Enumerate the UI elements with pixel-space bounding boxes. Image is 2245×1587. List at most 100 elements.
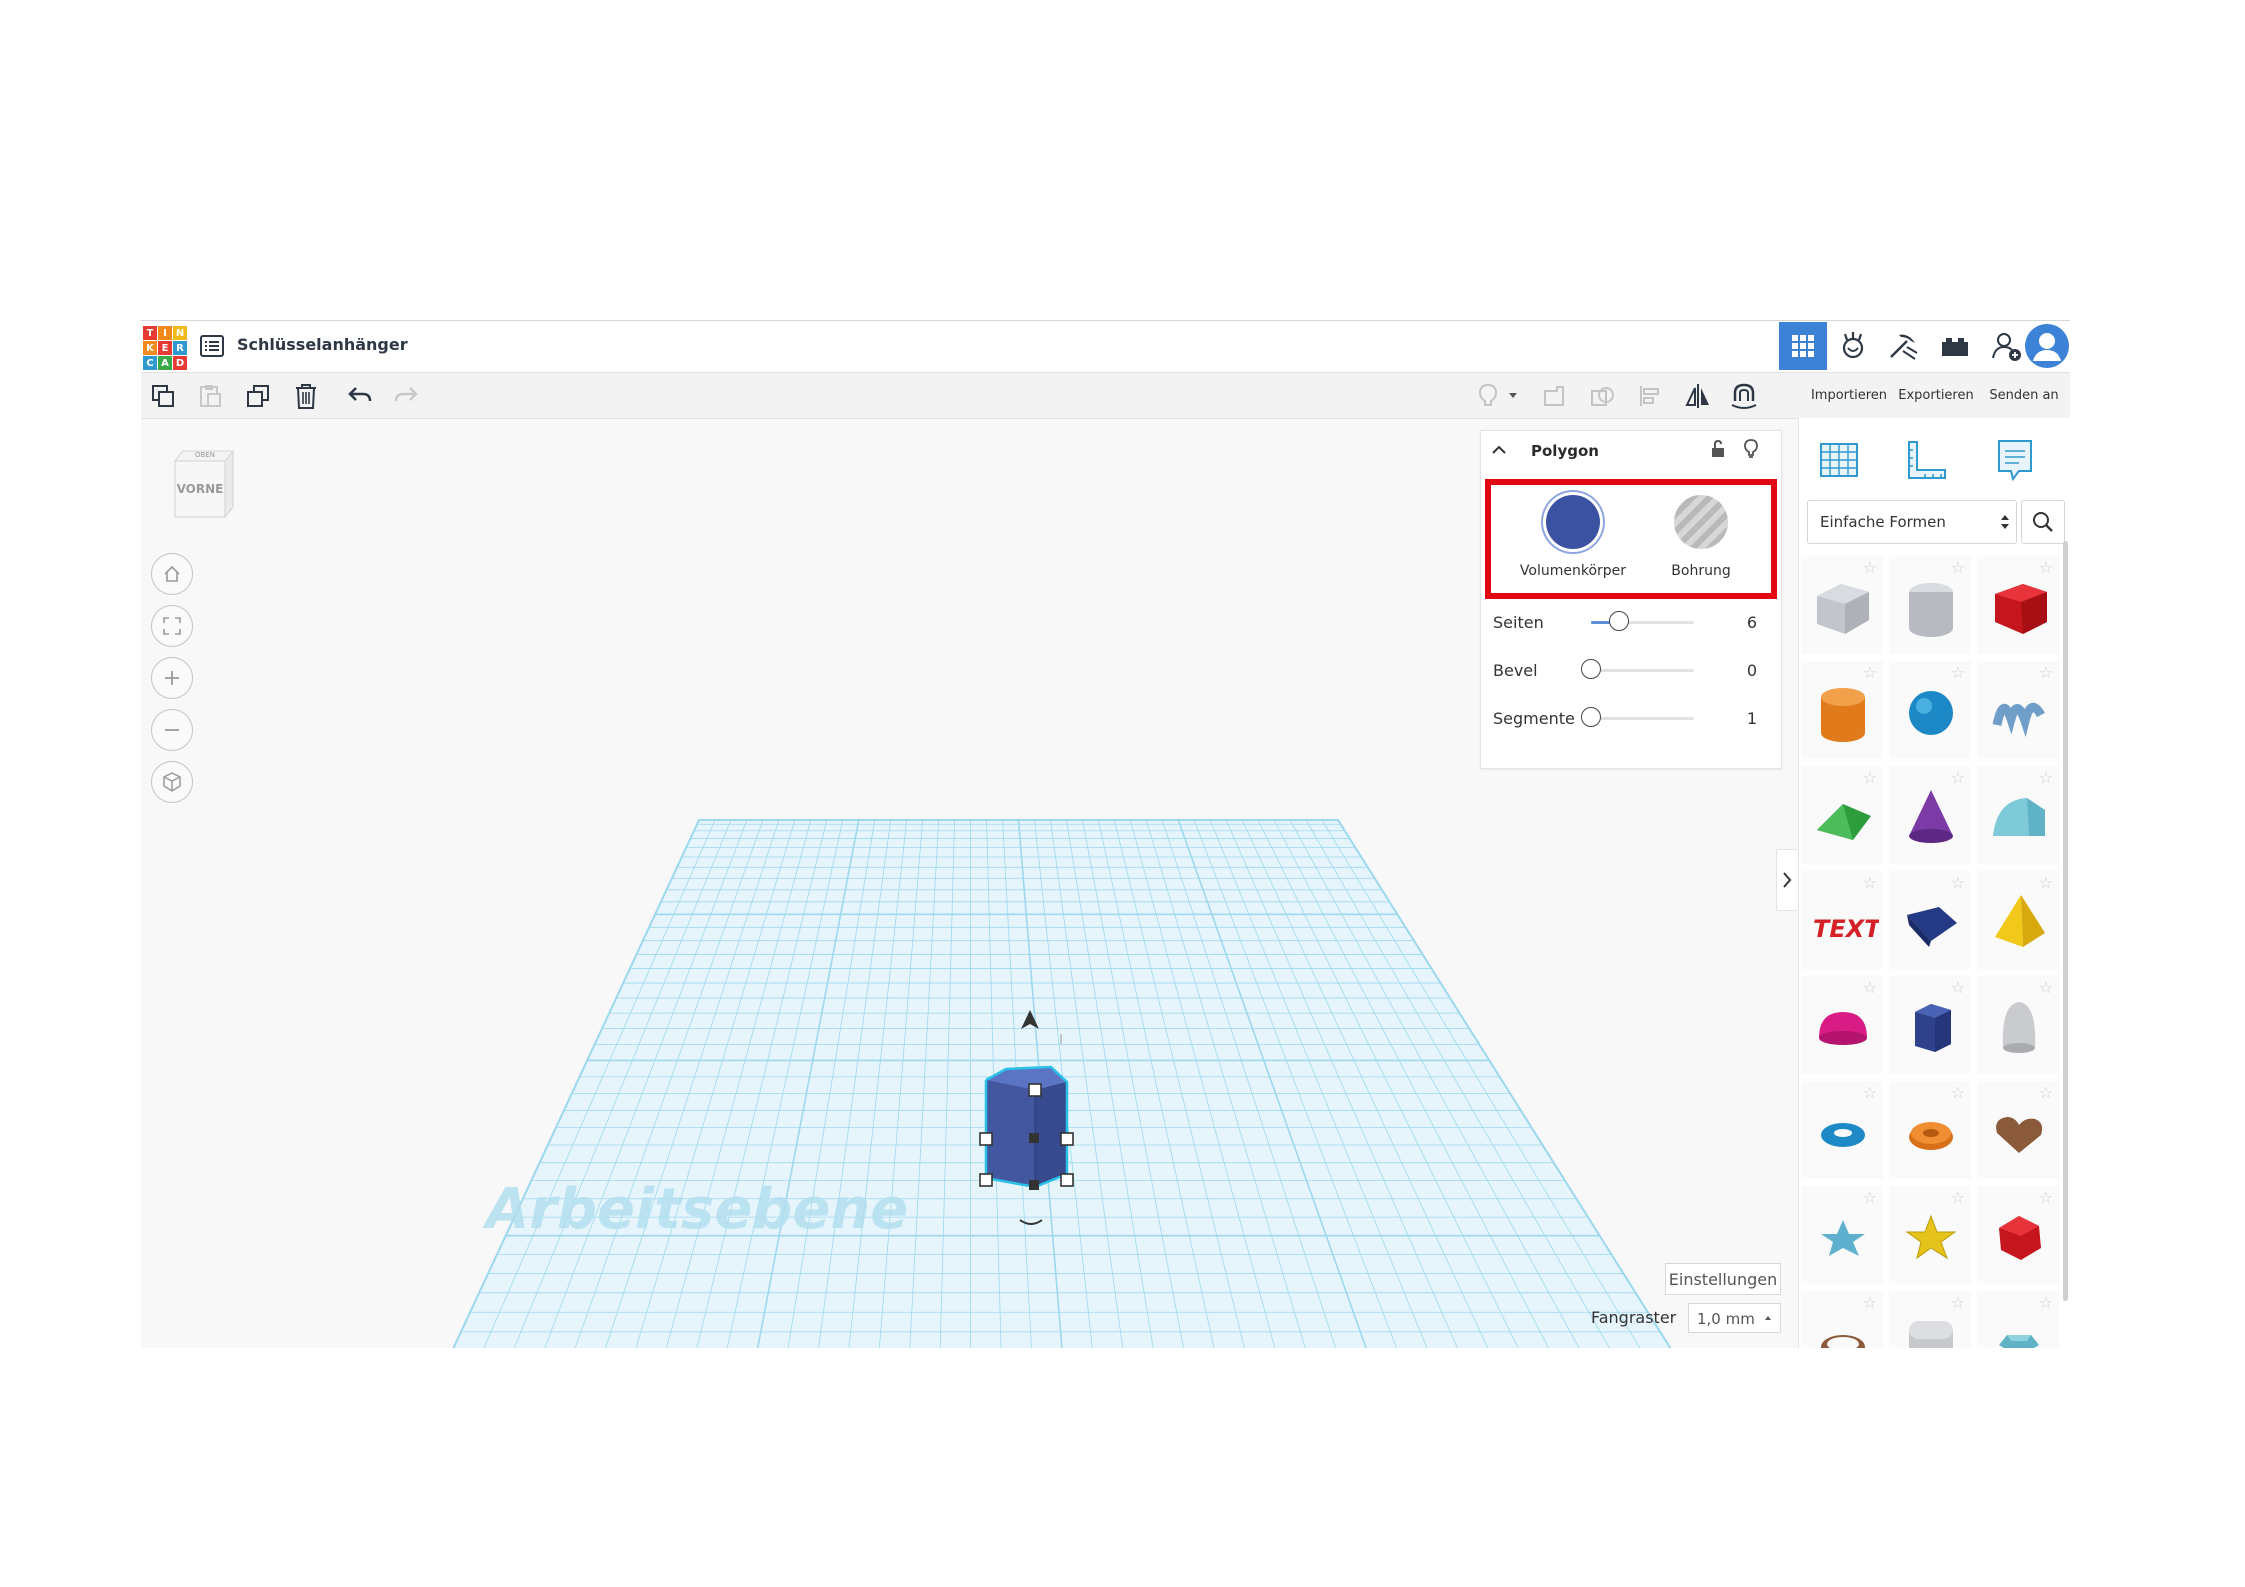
favorite-star-icon[interactable]: ☆ <box>1951 1293 1965 1312</box>
favorite-star-icon[interactable]: ☆ <box>2039 558 2053 577</box>
slider-knob[interactable] <box>1581 707 1601 727</box>
property-value[interactable]: 1 <box>1747 709 1757 728</box>
toggle-visibility-button[interactable] <box>1471 379 1505 413</box>
shape-cube-rounded[interactable]: ☆ <box>1889 1291 1971 1348</box>
cruise-button[interactable] <box>1727 379 1761 413</box>
shape-polygon[interactable]: ☆ <box>1889 976 1971 1074</box>
favorite-star-icon[interactable]: ☆ <box>2039 1293 2053 1312</box>
solid-option[interactable]: Volumenkörper <box>1513 495 1633 579</box>
property-slider[interactable] <box>1591 611 1694 631</box>
shape-gem[interactable]: ☆ <box>1977 1291 2059 1348</box>
shapes-scrollbar[interactable] <box>2063 541 2068 1301</box>
shape-cylinder[interactable]: ☆ <box>1801 661 1883 759</box>
chevron-up-icon[interactable] <box>1491 443 1507 457</box>
align-button[interactable] <box>1633 379 1667 413</box>
hole-option[interactable]: Bohrung <box>1641 495 1761 579</box>
favorite-star-icon[interactable]: ☆ <box>1863 663 1877 682</box>
visibility-dropdown[interactable] <box>1503 379 1523 413</box>
favorite-star-icon[interactable]: ☆ <box>1863 1188 1877 1207</box>
shape-torus[interactable]: ☆ <box>1801 1081 1883 1179</box>
ruler-tool-button[interactable] <box>1897 432 1957 488</box>
favorite-star-icon[interactable]: ☆ <box>1951 873 1965 892</box>
property-value[interactable]: 0 <box>1747 661 1757 680</box>
shape-sphere[interactable]: ☆ <box>1889 661 1971 759</box>
document-title[interactable]: Schlüsselanhänger <box>237 335 408 354</box>
shape-roof[interactable]: ☆ <box>1801 766 1883 864</box>
shape-paraboloid[interactable]: ☆ <box>1977 976 2059 1074</box>
import-button[interactable]: Importieren <box>1802 377 1896 413</box>
bricks-tab[interactable] <box>1931 322 1979 370</box>
shape-ring[interactable]: ☆ <box>1801 1291 1883 1348</box>
sim-lab-tab[interactable] <box>1829 322 1877 370</box>
shape-scribble[interactable]: ☆ <box>1977 661 2059 759</box>
favorite-star-icon[interactable]: ☆ <box>1951 1083 1965 1102</box>
favorite-star-icon[interactable]: ☆ <box>1951 1188 1965 1207</box>
shape-round-roof[interactable]: ☆ <box>1977 766 2059 864</box>
favorite-star-icon[interactable]: ☆ <box>1951 978 1965 997</box>
home-view-button[interactable] <box>151 553 193 595</box>
shape-star-yellow[interactable]: ☆ <box>1889 1186 1971 1284</box>
shape-icosahedron[interactable]: ☆ <box>1977 1186 2059 1284</box>
settings-button[interactable]: Einstellungen <box>1665 1263 1781 1295</box>
favorite-star-icon[interactable]: ☆ <box>2039 1083 2053 1102</box>
shape-search-button[interactable] <box>2021 500 2065 544</box>
lightbulb-icon[interactable] <box>1743 438 1759 460</box>
copy-button[interactable] <box>146 379 180 413</box>
zoom-in-button[interactable] <box>151 657 193 699</box>
favorite-star-icon[interactable]: ☆ <box>1951 768 1965 787</box>
favorite-star-icon[interactable]: ☆ <box>1951 663 1965 682</box>
shape-text[interactable]: TEXT ☆ <box>1801 871 1883 969</box>
favorite-star-icon[interactable]: ☆ <box>2039 663 2053 682</box>
favorite-star-icon[interactable]: ☆ <box>1863 768 1877 787</box>
shape-star[interactable]: ☆ <box>1801 1186 1883 1284</box>
group-button[interactable] <box>1537 379 1571 413</box>
hole-swatch[interactable] <box>1674 495 1728 549</box>
send-to-button[interactable]: Senden an <box>1979 377 2069 413</box>
paste-button[interactable] <box>193 379 227 413</box>
favorite-star-icon[interactable]: ☆ <box>1863 1293 1877 1312</box>
export-button[interactable]: Exportieren <box>1888 377 1984 413</box>
mirror-button[interactable] <box>1681 379 1715 413</box>
tinkercad-logo[interactable]: TIN KER CAD <box>143 326 187 370</box>
shape-half-sphere[interactable]: ☆ <box>1801 976 1883 1074</box>
slider-knob[interactable] <box>1608 611 1629 631</box>
shape-wedge[interactable]: ☆ <box>1889 871 1971 969</box>
selected-polygon-shape[interactable] <box>984 1065 1069 1189</box>
shape-tube[interactable]: ☆ <box>1889 1081 1971 1179</box>
design-list-icon[interactable] <box>199 333 225 359</box>
favorite-star-icon[interactable]: ☆ <box>2039 978 2053 997</box>
duplicate-button[interactable] <box>241 379 275 413</box>
collapse-panel-tab[interactable] <box>1776 849 1797 911</box>
zoom-out-button[interactable] <box>151 709 193 751</box>
favorite-star-icon[interactable]: ☆ <box>1951 558 1965 577</box>
codeblocks-tab[interactable] <box>1879 322 1927 370</box>
undo-button[interactable] <box>343 379 377 413</box>
ungroup-button[interactable] <box>1585 379 1619 413</box>
favorite-star-icon[interactable]: ☆ <box>1863 558 1877 577</box>
slider-knob[interactable] <box>1581 659 1601 679</box>
shape-pyramid[interactable]: ☆ <box>1977 871 2059 969</box>
workplane-tool-button[interactable] <box>1809 432 1869 488</box>
perspective-button[interactable] <box>151 761 193 803</box>
property-slider[interactable] <box>1581 659 1694 679</box>
snap-grid-select[interactable]: 1,0 mm <box>1688 1303 1781 1333</box>
unlock-icon[interactable] <box>1710 439 1726 459</box>
shape-cone[interactable]: ☆ <box>1889 766 1971 864</box>
shape-box[interactable]: ☆ <box>1977 556 2059 654</box>
notes-tool-button[interactable] <box>1985 432 2045 488</box>
property-slider[interactable] <box>1581 707 1694 727</box>
avatar[interactable] <box>2023 322 2070 370</box>
shape-box-hole[interactable]: ☆ <box>1801 556 1883 654</box>
fit-view-button[interactable] <box>151 605 193 647</box>
favorite-star-icon[interactable]: ☆ <box>2039 1188 2053 1207</box>
property-value[interactable]: 6 <box>1747 613 1757 632</box>
delete-button[interactable] <box>289 379 323 413</box>
favorite-star-icon[interactable]: ☆ <box>1863 1083 1877 1102</box>
shape-heart[interactable]: ☆ <box>1977 1081 2059 1179</box>
favorite-star-icon[interactable]: ☆ <box>1863 978 1877 997</box>
3d-design-tab[interactable] <box>1779 322 1827 370</box>
redo-button[interactable] <box>389 379 423 413</box>
favorite-star-icon[interactable]: ☆ <box>2039 873 2053 892</box>
solid-color-swatch[interactable] <box>1546 495 1600 549</box>
favorite-star-icon[interactable]: ☆ <box>1863 873 1877 892</box>
